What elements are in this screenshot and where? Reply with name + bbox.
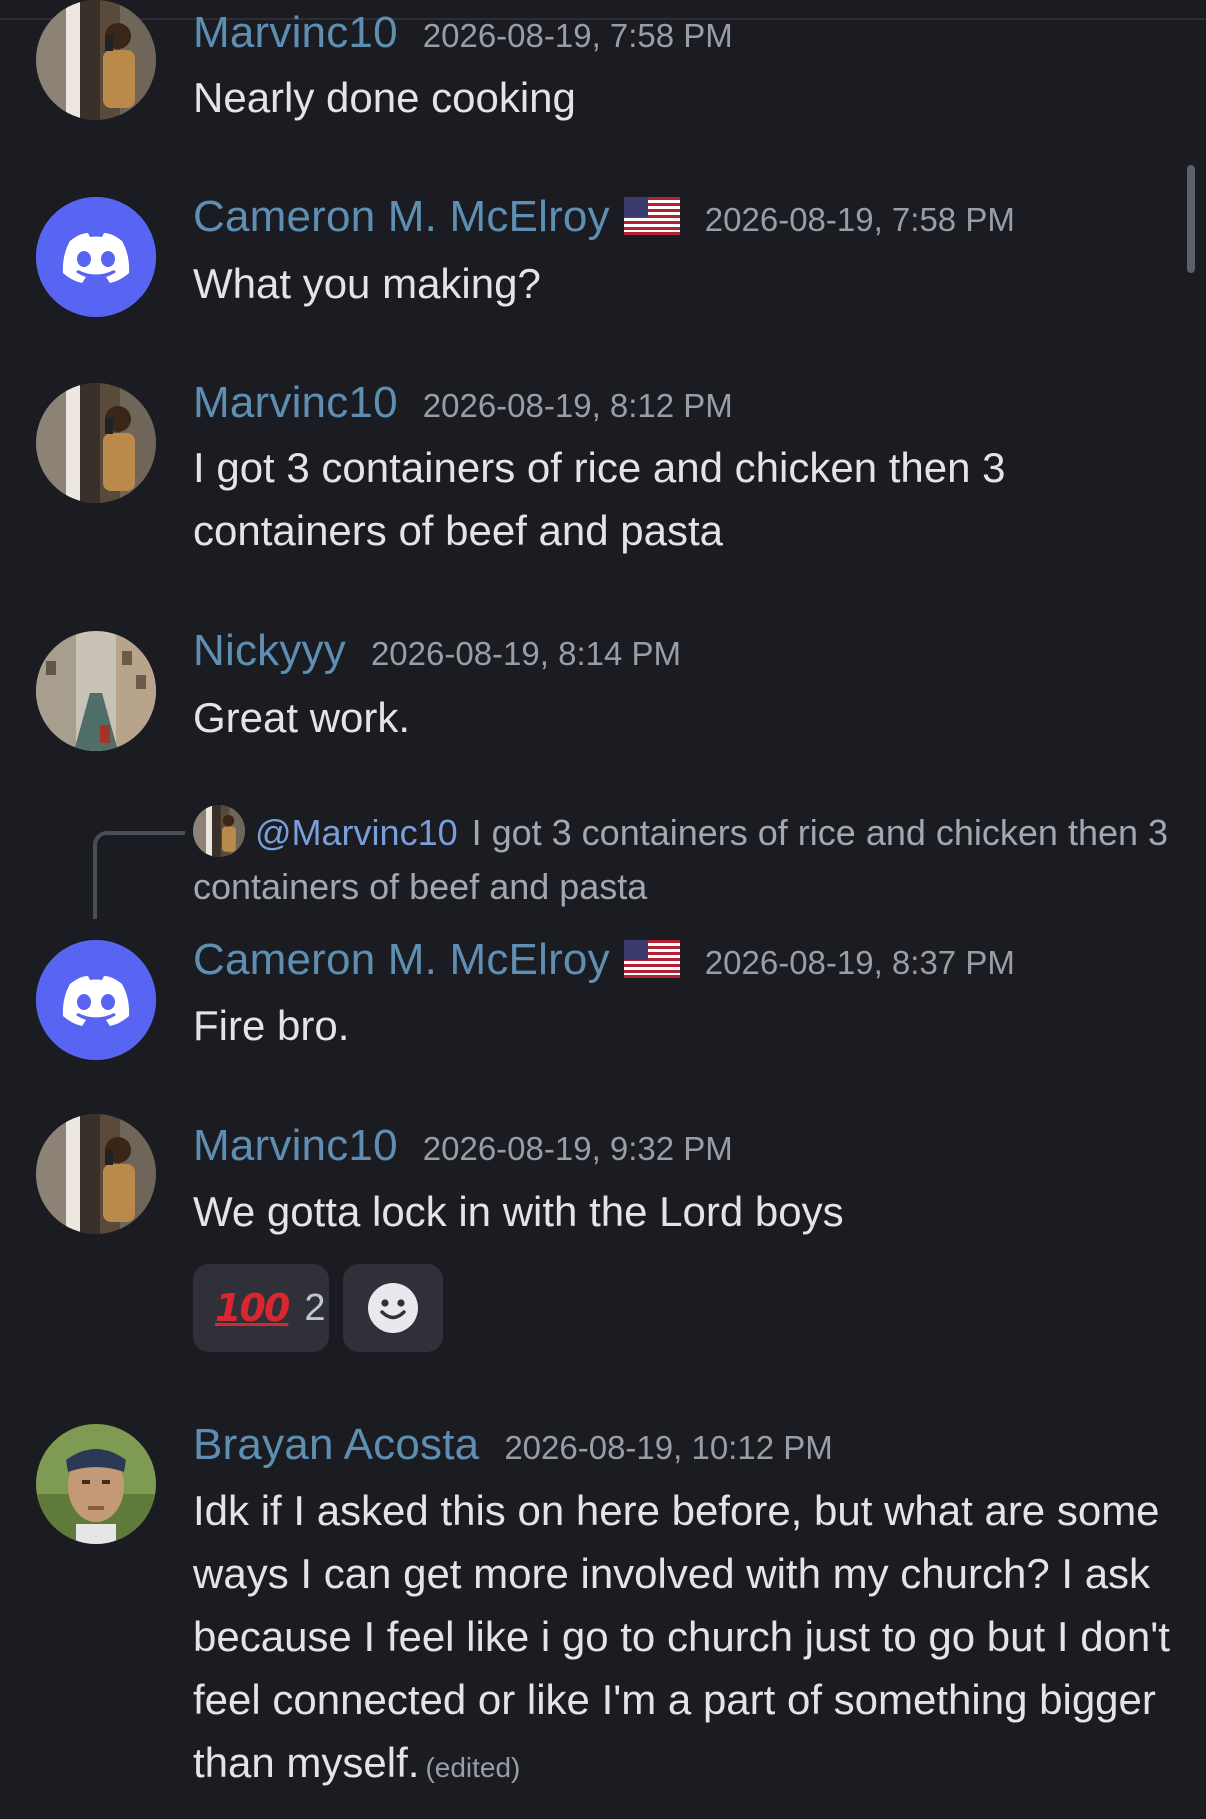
user-avatar[interactable]	[36, 631, 156, 751]
photo-avatar-icon	[36, 0, 156, 120]
message-timestamp: 2026-08-19, 7:58 PM	[704, 201, 1015, 238]
user-avatar[interactable]	[36, 1424, 156, 1544]
reply-mention[interactable]: @Marvinc10	[255, 812, 458, 853]
message-timestamp: 2026-08-19, 8:37 PM	[704, 944, 1015, 981]
us-flag-icon	[623, 940, 680, 978]
user-avatar[interactable]	[36, 383, 156, 503]
message-body: Idk if I asked this on here before, but …	[193, 1487, 1170, 1786]
user-avatar[interactable]	[36, 197, 156, 317]
message-text: Idk if I asked this on here before, but …	[193, 1479, 1173, 1799]
message-timestamp: 2026-08-19, 8:14 PM	[370, 635, 681, 672]
scrollbar-thumb[interactable]	[1187, 165, 1195, 273]
author-name[interactable]: Marvinc10	[193, 8, 398, 58]
photo-avatar-icon	[36, 383, 156, 503]
author-name[interactable]: Marvinc10	[193, 378, 398, 428]
message-text: Nearly done cooking	[193, 74, 576, 121]
add-reaction-smile-icon	[367, 1282, 419, 1334]
message-timestamp: 2026-08-19, 7:58 PM	[422, 17, 733, 54]
message-timestamp: 2026-08-19, 8:12 PM	[422, 387, 733, 424]
message-feed[interactable]: Marvinc10 2026-08-19, 7:58 PM Nearly don…	[0, 0, 1206, 1819]
reply-avatar	[193, 805, 245, 857]
author-name[interactable]: Brayan Acosta	[193, 1420, 479, 1470]
reaction-bar: 100 2	[193, 1264, 443, 1352]
discord-logo-icon	[36, 940, 156, 1060]
message-timestamp: 2026-08-19, 10:12 PM	[504, 1429, 833, 1466]
user-avatar[interactable]	[36, 0, 156, 120]
author-name[interactable]: Marvinc10	[193, 1121, 398, 1171]
photo-avatar-icon	[36, 631, 156, 751]
user-avatar[interactable]	[36, 940, 156, 1060]
us-flag-icon	[623, 197, 680, 235]
hundred-points-icon: 100	[215, 1286, 290, 1330]
photo-avatar-icon	[36, 1114, 156, 1234]
message-text: Great work.	[193, 694, 411, 741]
reaction-100[interactable]: 100 2	[193, 1264, 329, 1352]
message-text: We gotta lock in with the Lord boys	[193, 1188, 844, 1235]
message-text: What you making?	[193, 260, 541, 307]
reply-connector	[93, 831, 185, 919]
discord-logo-icon	[36, 197, 156, 317]
edited-label: (edited)	[425, 1752, 521, 1783]
author-name[interactable]: Cameron M. McElroy	[193, 192, 610, 242]
message-timestamp: 2026-08-19, 9:32 PM	[422, 1130, 733, 1167]
photo-avatar-icon	[36, 1424, 156, 1544]
user-avatar[interactable]	[36, 1114, 156, 1234]
reaction-count: 2	[304, 1286, 326, 1329]
add-reaction-button[interactable]	[343, 1264, 443, 1352]
reply-preview[interactable]: @Marvinc10 I got 3 containers of rice and…	[193, 805, 1183, 914]
message-text: Fire bro.	[193, 1002, 350, 1049]
author-name[interactable]: Nickyyy	[193, 626, 346, 676]
message-text: I got 3 containers of rice and chicken t…	[193, 444, 1006, 554]
author-name[interactable]: Cameron M. McElroy	[193, 935, 610, 985]
